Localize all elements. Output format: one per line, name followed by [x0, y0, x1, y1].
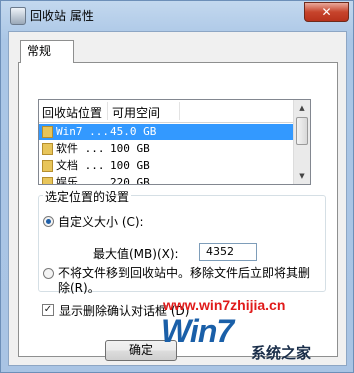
watermark-logo: Win7: [161, 313, 234, 349]
column-separator[interactable]: [179, 102, 180, 120]
list-row[interactable]: Win7 ... 45.0 GB: [39, 124, 293, 140]
max-value-input[interactable]: 4352: [199, 243, 257, 261]
drive-icon: [42, 126, 53, 138]
list-header: 回收站位置 可用空间: [39, 100, 293, 123]
max-value-label: 最大值(MB)(X):: [93, 247, 179, 261]
location-name: 娱乐 ...: [56, 176, 105, 185]
group-title: 选定位置的设置: [43, 188, 132, 205]
title-bar[interactable]: 回收站 属性 ✕: [1, 1, 354, 29]
custom-size-label: 自定义大小 (C):: [58, 215, 144, 229]
recycle-bin-icon: [10, 7, 26, 25]
no-recycle-label-line2: 除(R)。: [58, 281, 100, 295]
watermark-url: www.win7zhijia.cn: [163, 297, 286, 313]
scrollbar-thumb[interactable]: [296, 117, 308, 145]
selected-location-settings-group: 选定位置的设置 自定义大小 (C): 最大值(MB)(X): 4352 不将文件…: [38, 188, 326, 295]
column-separator[interactable]: [107, 102, 108, 120]
scroll-down-arrow-icon[interactable]: ▼: [296, 170, 308, 182]
window-title: 回收站 属性: [30, 9, 94, 23]
free-space: 45.0 GB: [110, 125, 157, 138]
recycle-bin-location-list[interactable]: 回收站位置 可用空间 Win7 ... 45.0 GB 软件 ... 100 G…: [38, 99, 311, 185]
free-space: 220 GB: [110, 176, 150, 185]
close-button[interactable]: ✕: [304, 2, 349, 22]
tab-general[interactable]: 常规: [20, 40, 74, 63]
column-header-location[interactable]: 回收站位置: [42, 104, 102, 121]
list-row[interactable]: 娱乐 ... 220 GB: [39, 175, 293, 185]
scroll-up-arrow-icon[interactable]: ▲: [296, 102, 308, 114]
no-recycle-radio[interactable]: [43, 268, 54, 279]
location-name: Win7 ...: [56, 125, 109, 138]
column-header-free-space[interactable]: 可用空间: [112, 104, 160, 121]
watermark-site-name: 系统之家: [251, 344, 312, 362]
drive-icon: [42, 143, 53, 155]
drive-icon: [42, 160, 53, 172]
confirm-delete-checkbox[interactable]: ✓: [42, 304, 54, 316]
free-space: 100 GB: [110, 159, 150, 172]
custom-size-radio[interactable]: [43, 216, 54, 227]
list-row[interactable]: 软件 ... 100 GB: [39, 141, 293, 157]
vertical-scrollbar[interactable]: ▲ ▼: [293, 100, 310, 184]
location-name: 文档 ...: [56, 159, 105, 172]
free-space: 100 GB: [110, 142, 150, 155]
location-name: 软件 ...: [56, 142, 105, 155]
drive-icon: [42, 177, 53, 184]
properties-window: 回收站 属性 ✕ 常规 回收站位置 可用空间 Win7 ... 45.0 GB: [0, 0, 354, 373]
list-row[interactable]: 文档 ... 100 GB: [39, 158, 293, 174]
